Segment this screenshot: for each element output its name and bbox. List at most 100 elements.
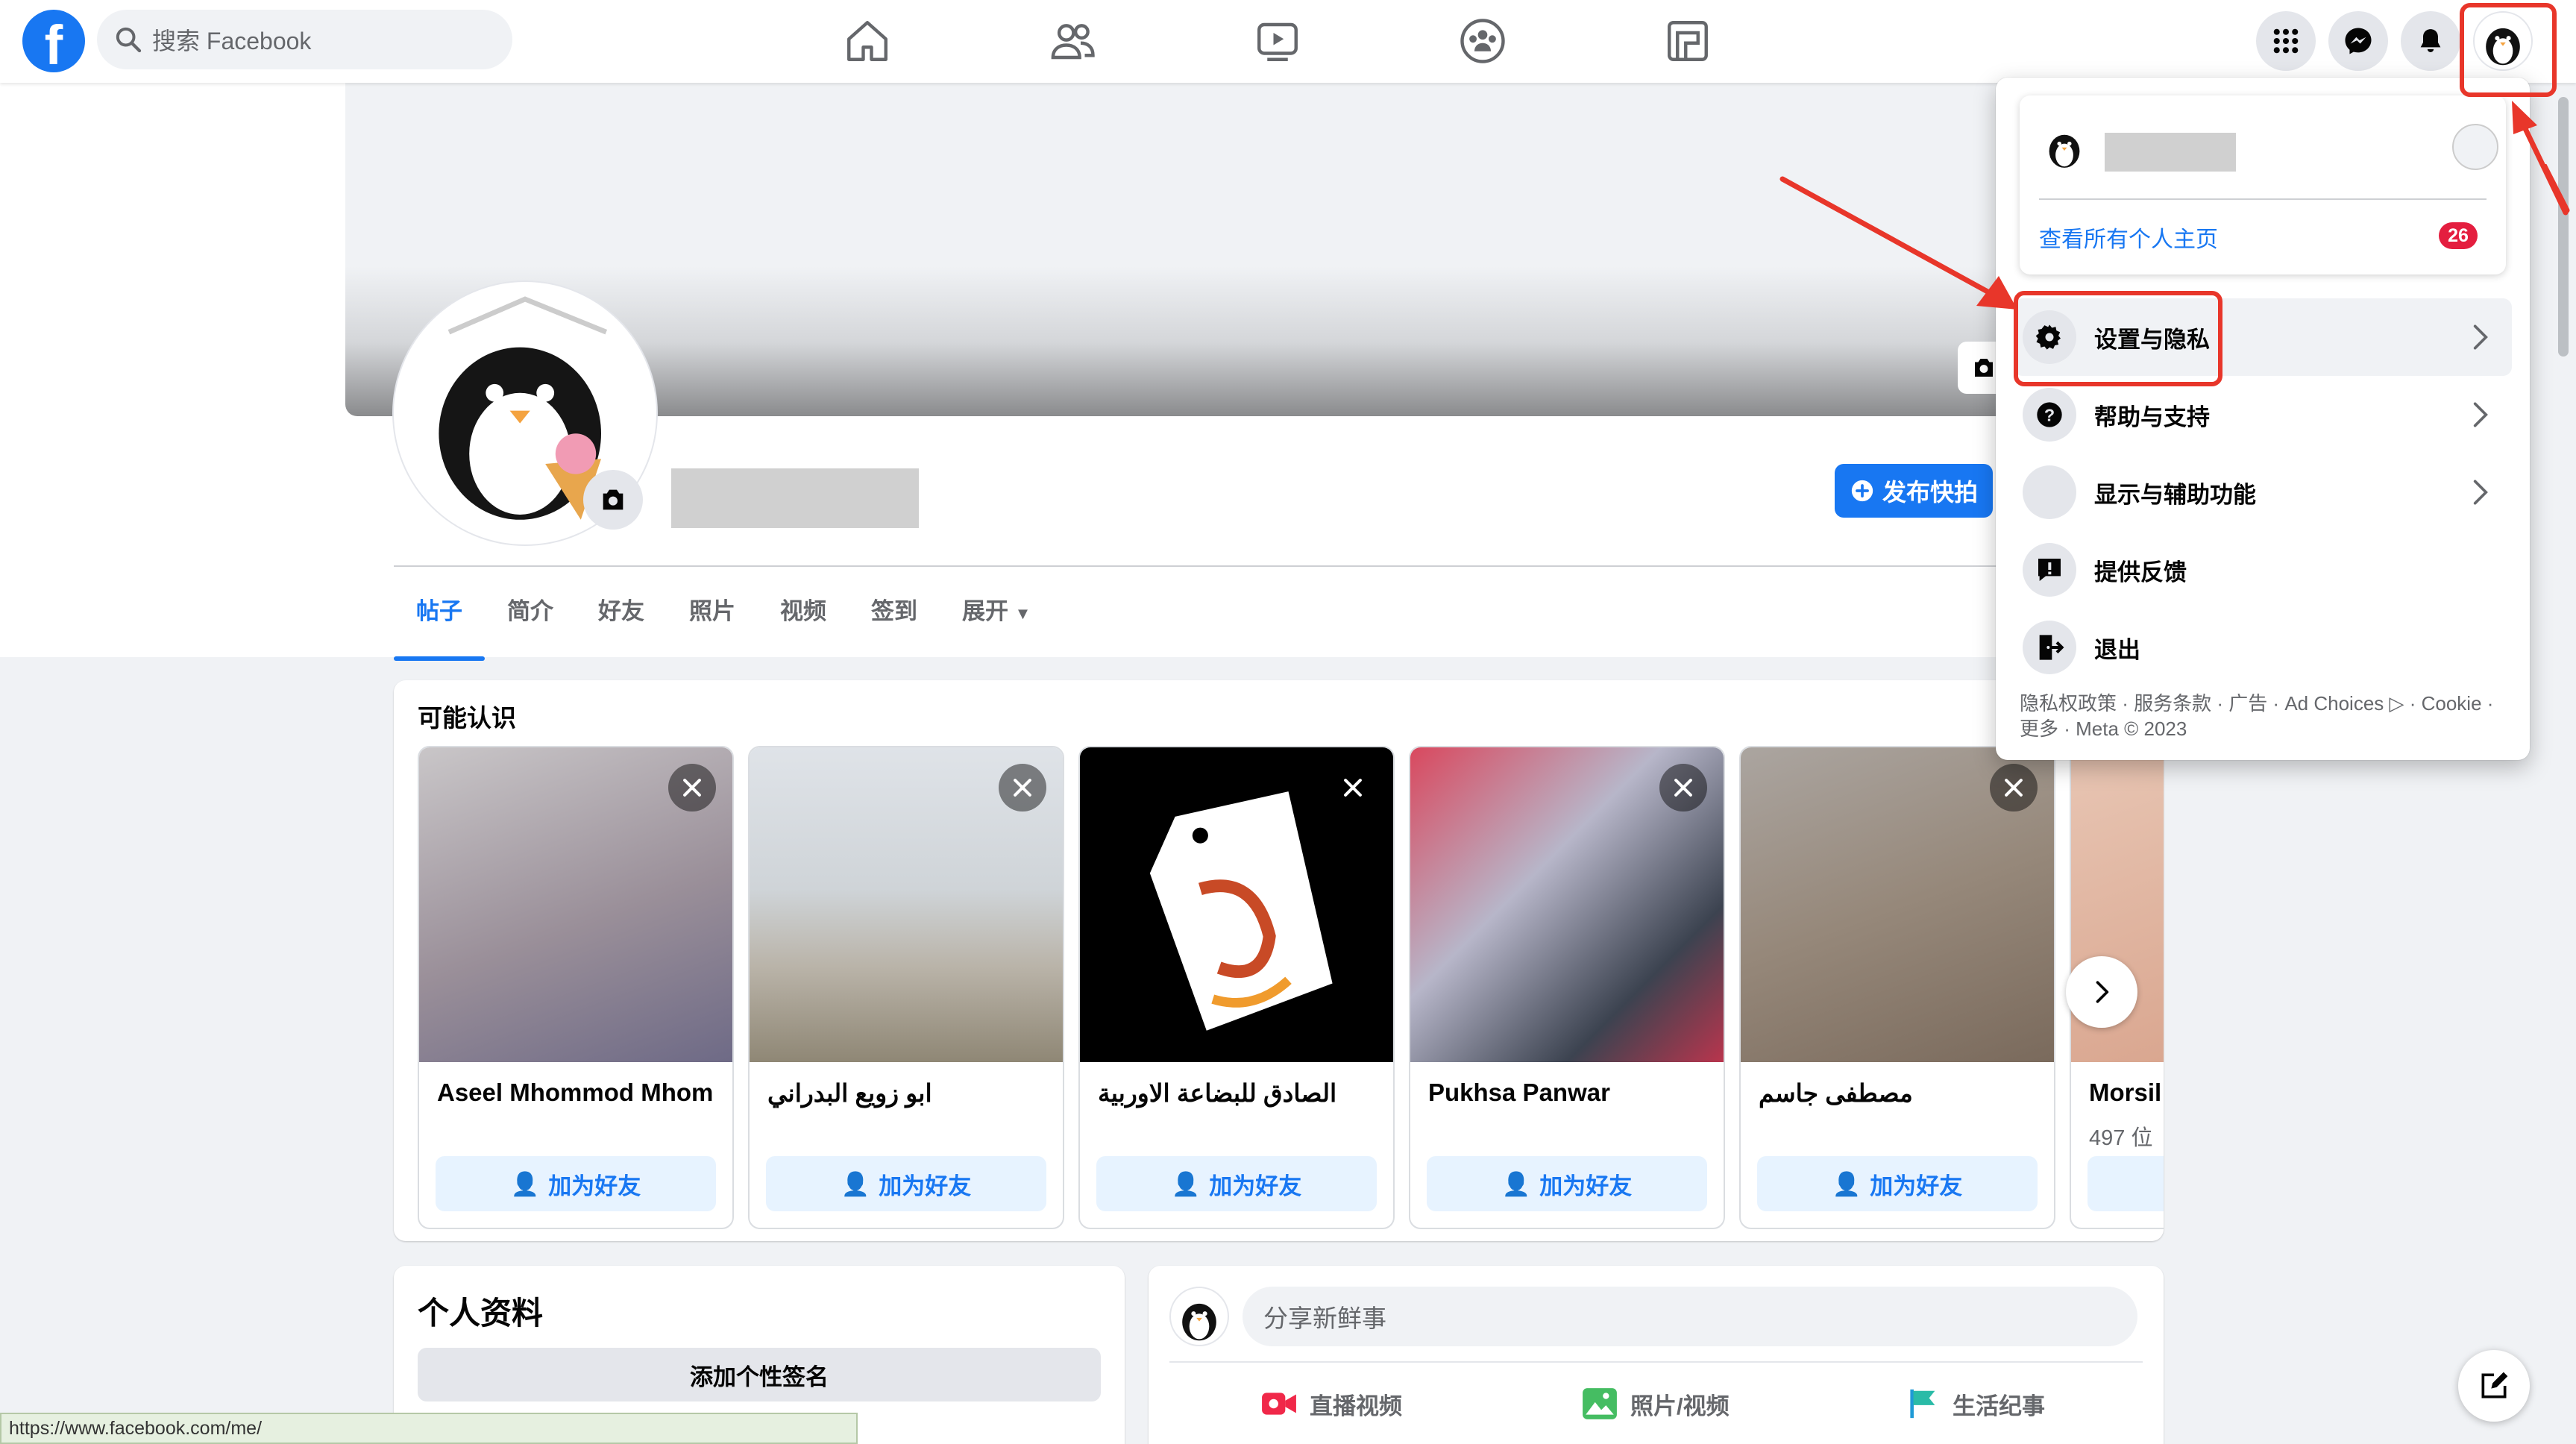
add-friend-button[interactable] <box>2087 1156 2164 1211</box>
gaming-icon[interactable] <box>1663 16 1712 66</box>
photo-video-button[interactable]: 照片/视频 <box>1581 1378 1730 1430</box>
photo-video-label: 照片/视频 <box>1630 1393 1730 1419</box>
tab-checkins[interactable]: 签到 <box>849 578 940 656</box>
dismiss-button[interactable] <box>668 764 716 812</box>
suggestion-card[interactable]: ابو زويع البدراني 👤 加为好友 <box>748 746 1064 1229</box>
dismiss-button[interactable] <box>1659 764 1707 812</box>
dismiss-button[interactable] <box>1329 764 1377 812</box>
suggestion-card[interactable]: Aseel Mhommod Mhom 👤 加为好友 <box>418 746 734 1229</box>
annotation-arrows <box>1779 164 2570 310</box>
browser-status-url: https://www.facebook.com/me/ <box>0 1413 858 1444</box>
mutual-friends-count: 497 位 <box>2089 1126 2153 1150</box>
plus-circle-icon <box>1851 480 1873 502</box>
profile-tabs: 帖子 简介 好友 照片 视频 签到 展开 ▼ <box>394 578 1053 661</box>
menu-item-display-accessibility[interactable]: 显示与辅助功能 <box>2014 453 2512 531</box>
composer-avatar[interactable] <box>1169 1287 1229 1346</box>
top-navigation-bar: f 搜索 Facebook <box>0 0 2576 83</box>
compose-icon <box>2481 1372 2508 1399</box>
suggestion-name[interactable]: الصادق للبضاعة الاوربية <box>1098 1079 1336 1108</box>
messenger-button[interactable] <box>2328 11 2388 71</box>
menu-grid-icon <box>2273 28 2299 54</box>
tab-videos[interactable]: 视频 <box>758 578 849 656</box>
suggestion-card[interactable]: مصطفى جاسم 👤 加为好友 <box>1739 746 2055 1229</box>
tab-posts[interactable]: 帖子 <box>394 578 485 661</box>
chevron-right-icon <box>2096 981 2109 1003</box>
dismiss-button[interactable] <box>999 764 1046 812</box>
tab-friends[interactable]: 好友 <box>576 578 667 656</box>
suggestion-name[interactable]: Aseel Mhommod Mhom <box>437 1079 713 1107</box>
caret-down-icon: ▼ <box>1014 604 1031 623</box>
svg-text:?: ? <box>2044 405 2055 424</box>
new-message-button[interactable] <box>2458 1350 2530 1422</box>
logout-icon <box>2023 621 2076 674</box>
add-friend-label: 加为好友 <box>1209 1173 1302 1199</box>
search-input[interactable]: 搜索 Facebook <box>97 10 512 69</box>
dismiss-button[interactable] <box>1990 764 2038 812</box>
menu-item-give-feedback[interactable]: 提供反馈 <box>2014 531 2512 609</box>
redacted-profile-name <box>671 468 919 528</box>
suggestion-name[interactable]: Morsil <box>2089 1079 2161 1107</box>
menu-item-label: 显示与辅助功能 <box>2094 481 2256 508</box>
intro-title: 个人资料 <box>418 1296 544 1331</box>
profile-divider <box>394 565 2005 567</box>
footer-links[interactable]: 隐私权政策 · 服务条款 · 广告 · Ad Choices ▷ · Cooki… <box>2020 691 2512 741</box>
menu-item-help-support[interactable]: ? 帮助与支持 <box>2014 376 2512 453</box>
post-composer: 分享新鲜事 直播视频 照片/视频 生活纪事 <box>1149 1266 2164 1444</box>
add-friend-icon: 👤 <box>841 1170 870 1197</box>
camera-icon <box>603 489 623 510</box>
add-friend-icon: 👤 <box>510 1170 540 1197</box>
tab-photos[interactable]: 照片 <box>667 578 758 656</box>
add-friend-button[interactable]: 👤 加为好友 <box>1427 1156 1707 1211</box>
search-icon <box>116 27 142 53</box>
add-friend-icon: 👤 <box>1501 1170 1531 1197</box>
live-video-button[interactable]: 直播视频 <box>1260 1378 1402 1430</box>
tab-more[interactable]: 展开 ▼ <box>940 578 1053 656</box>
suggestion-card[interactable]: Pukhsa Panwar 👤 加为好友 <box>1409 746 1725 1229</box>
tab-more-label: 展开 <box>962 598 1008 624</box>
watch-icon[interactable] <box>1253 16 1302 66</box>
bell-icon <box>2420 29 2441 52</box>
menu-item-label: 退出 <box>2094 636 2140 663</box>
penguin-avatar-icon <box>1182 1303 1216 1341</box>
post-story-button[interactable]: 发布快拍 <box>1835 464 1993 518</box>
live-video-icon <box>1262 1393 1296 1415</box>
add-friend-button[interactable]: 👤 加为好友 <box>1096 1156 1377 1211</box>
add-friend-icon: 👤 <box>1171 1170 1201 1197</box>
menu-item-label: 帮助与支持 <box>2094 404 2210 430</box>
help-icon: ? <box>2023 388 2076 442</box>
menu-grid-button[interactable] <box>2256 11 2316 71</box>
facebook-logo[interactable]: f <box>22 10 85 72</box>
add-friend-button[interactable]: 👤 加为好友 <box>1757 1156 2038 1211</box>
add-friend-label: 加为好友 <box>1539 1173 1633 1199</box>
suggestion-name[interactable]: ابو زويع البدراني <box>767 1079 932 1108</box>
flag-icon <box>1910 1389 1935 1419</box>
next-suggestions-button[interactable] <box>2066 956 2137 1028</box>
groups-icon[interactable] <box>1458 16 1507 66</box>
feedback-icon <box>2023 543 2076 597</box>
friends-icon[interactable] <box>1048 16 1097 66</box>
whats-on-your-mind-input[interactable]: 分享新鲜事 <box>1243 1287 2137 1346</box>
close-icon <box>1674 779 1692 797</box>
chevron-right-icon <box>2473 402 2488 427</box>
messenger-icon <box>2345 28 2372 54</box>
composer-divider <box>1169 1361 2143 1363</box>
moon-icon <box>2023 465 2076 519</box>
edit-profile-picture-button[interactable] <box>583 470 643 530</box>
post-story-label: 发布快拍 <box>1882 479 1978 506</box>
home-icon[interactable] <box>843 16 892 66</box>
suggestion-name[interactable]: مصطفى جاسم <box>1759 1079 1913 1108</box>
tab-about[interactable]: 简介 <box>485 578 576 656</box>
annotation-arrow-avatar <box>2512 101 2569 216</box>
menu-item-log-out[interactable]: 退出 <box>2014 609 2512 686</box>
suggestion-card[interactable]: الصادق للبضاعة الاوربية 👤 加为好友 <box>1078 746 1395 1229</box>
add-friend-icon: 👤 <box>1832 1170 1862 1197</box>
life-event-button[interactable]: 生活纪事 <box>1906 1378 2045 1430</box>
suggestion-name[interactable]: Pukhsa Panwar <box>1428 1079 1610 1107</box>
add-friend-button[interactable]: 👤 加为好友 <box>436 1156 716 1211</box>
add-bio-button[interactable]: 添加个性签名 <box>418 1348 1101 1401</box>
add-friend-button[interactable]: 👤 加为好友 <box>766 1156 1046 1211</box>
search-placeholder: 搜索 Facebook <box>152 28 312 54</box>
close-icon <box>683 779 701 797</box>
add-friend-label: 加为好友 <box>548 1173 641 1199</box>
notifications-button[interactable] <box>2401 11 2460 71</box>
